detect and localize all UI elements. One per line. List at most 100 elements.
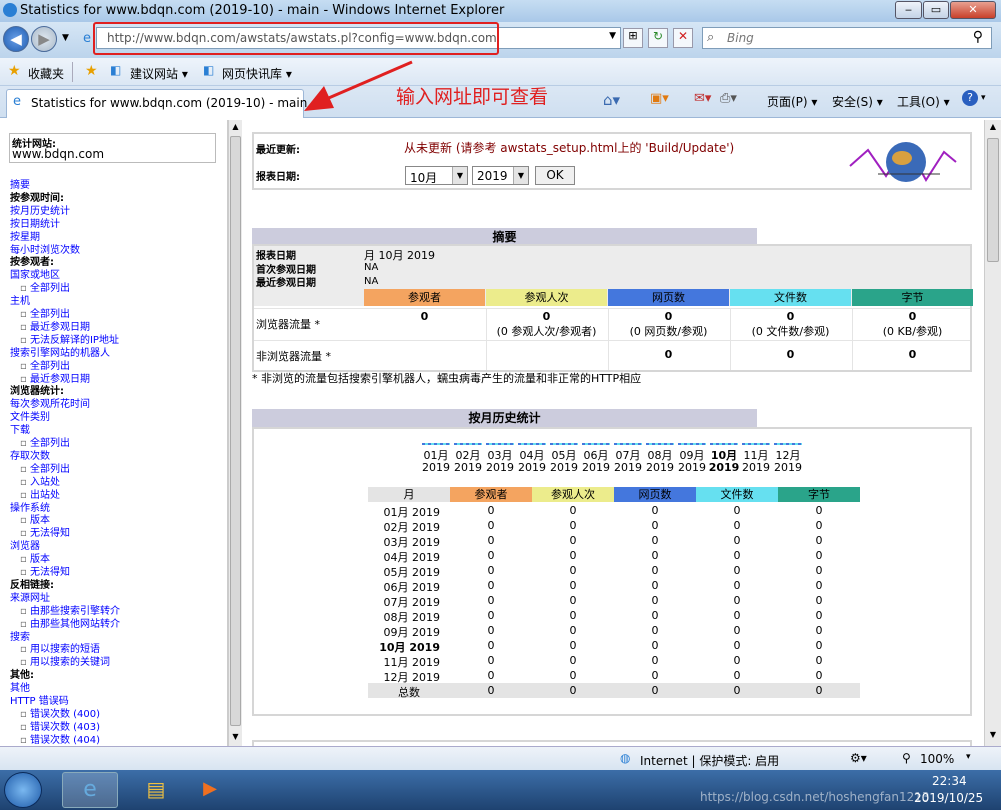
month-row-value: 0 (815, 534, 823, 547)
month-row-value: 0 (733, 684, 741, 697)
clock-date[interactable]: 2019/10/25 (914, 791, 983, 805)
watermark: https://blog.csdn.net/hoshengfan1213 (700, 790, 930, 804)
year-select[interactable]: 2019 ▼ (472, 166, 529, 185)
url-dropdown-icon[interactable]: ▼ (609, 31, 616, 41)
ok-button[interactable]: OK (535, 166, 575, 185)
month-row-value: 0 (815, 549, 823, 562)
help-icon[interactable]: ? (962, 90, 978, 106)
month-row-value: 0 (733, 564, 741, 577)
suggested-sites-link[interactable]: 建议网站 ▾ (130, 65, 188, 82)
mail-icon[interactable]: ✉▾ (694, 91, 711, 106)
taskbar-media-icon[interactable]: ▶ (190, 772, 230, 808)
forward-button[interactable]: ▶ (31, 26, 57, 52)
tools-menu[interactable]: 工具(O) ▾ (897, 93, 950, 110)
month-bar (422, 443, 450, 445)
print-icon[interactable]: ⎙▾ (720, 91, 737, 106)
monthly-box: 01月 2019 02月 2019 03月 2019 04月 2019 05月 2019 06月 20… (252, 427, 972, 716)
summary-row-value: 月 10月 2019 (364, 249, 435, 262)
month-row-value: 0 (815, 669, 823, 682)
summary-col-header: 文件数 (730, 289, 851, 306)
divider (608, 308, 609, 370)
month-row-label: 06月 2019 (383, 581, 441, 594)
month-row-value: 0 (651, 639, 659, 652)
taskbar-ie-button[interactable]: e (62, 772, 118, 808)
scroll-up-icon[interactable]: ▲ (230, 122, 241, 132)
browser-traffic-value: 0 (420, 310, 429, 323)
month-year-label: 2019 (454, 461, 482, 474)
left-scroll-thumb[interactable] (230, 136, 241, 726)
clock-time[interactable]: 22:34 (932, 774, 967, 788)
home-icon[interactable]: ⌂▾ (603, 91, 620, 109)
month-row-value: 0 (651, 549, 659, 562)
right-scrollbar[interactable]: ▲ ▼ (984, 120, 1001, 746)
taskbar-explorer-icon[interactable]: ▤ (128, 772, 184, 808)
month-row-value: 0 (651, 609, 659, 622)
month-row-value: 0 (487, 534, 495, 547)
month-select[interactable]: 10月 ▼ (405, 166, 468, 185)
month-row-value: 0 (487, 579, 495, 592)
history-dropdown-icon[interactable]: ▼ (62, 33, 69, 43)
divider (254, 340, 970, 341)
search-go-icon[interactable]: ⚲ (973, 29, 983, 45)
compat-view-icon[interactable]: ⊞ (623, 28, 643, 48)
month-row-value: 0 (569, 564, 577, 577)
right-scroll-thumb[interactable] (987, 138, 999, 262)
month-row-value: 0 (569, 534, 577, 547)
browser-traffic-value: 0 (664, 310, 673, 323)
window-titlebar: Statistics for www.bdqn.com (2019-10) - … (0, 0, 1001, 22)
tab-main[interactable]: e Statistics for www.bdqn.com (2019-10) … (6, 89, 307, 118)
month-row-label: 02月 2019 (383, 521, 441, 534)
back-button[interactable]: ◀ (3, 26, 29, 52)
month-row-value: 0 (487, 624, 495, 637)
feeds-icon[interactable]: ▣▾ (650, 91, 669, 106)
month-row-value: 0 (733, 609, 741, 622)
month-row-value: 0 (815, 639, 823, 652)
help-dropdown-icon[interactable]: ▾ (981, 93, 986, 103)
zoom-icon[interactable]: ⚲ (902, 751, 911, 765)
month-year-label: 2019 (422, 461, 450, 474)
month-row-value: 0 (651, 534, 659, 547)
zoom-dropdown-icon[interactable]: ▾ (966, 752, 971, 762)
safety-menu[interactable]: 安全(S) ▾ (832, 93, 883, 110)
month-row-value: 0 (487, 639, 495, 652)
search-placeholder: Bing (727, 31, 754, 45)
month-row-value: 0 (733, 594, 741, 607)
minimize-button[interactable]: ‒ (895, 1, 922, 19)
refresh-icon[interactable]: ↻ (648, 28, 668, 48)
month-row-label: 05月 2019 (383, 566, 441, 579)
month-row-value: 0 (815, 564, 823, 577)
month-row-value: 0 (569, 624, 577, 637)
page-menu[interactable]: 页面(P) ▾ (767, 93, 817, 110)
scroll-down-icon[interactable]: ▼ (987, 730, 999, 742)
scroll-up-icon[interactable]: ▲ (987, 122, 999, 134)
month-row-value: 0 (569, 594, 577, 607)
start-button[interactable] (4, 772, 42, 808)
webslice-gallery-link[interactable]: 网页快讯库 ▾ (222, 65, 292, 82)
nav-sub-link[interactable]: 由那些其他网站转介 (20, 615, 120, 630)
scroll-down-icon[interactable]: ▼ (230, 732, 241, 742)
month-bar (454, 443, 482, 445)
month-year-label: 2019 (486, 461, 514, 474)
month-value: 10月 (410, 171, 438, 185)
month-row-value: 0 (651, 654, 659, 667)
month-year-label: 2019 (678, 461, 706, 474)
protected-mode-icon[interactable]: ⚙▾ (850, 751, 867, 765)
search-input[interactable]: ⌕ Bing ⚲ (702, 27, 992, 49)
left-scrollbar[interactable]: ▲ ▼ (228, 120, 242, 746)
summary-col-header: 字节 (852, 289, 973, 306)
zoom-level[interactable]: 100% (920, 752, 954, 766)
month-row-label: 10月 2019 (379, 641, 440, 654)
month-row-label: 总数 (398, 686, 420, 699)
month-bar (678, 443, 706, 445)
maximize-button[interactable]: ▭ (923, 1, 949, 19)
favorites-button[interactable]: 收藏夹 (28, 65, 64, 82)
month-year-label: 2019 (774, 461, 802, 474)
stop-icon[interactable]: ✕ (673, 28, 693, 48)
summary-row-value: NA (364, 262, 379, 273)
nav-sub-link[interactable]: 错误次数 (404) (20, 731, 100, 746)
month-bar (518, 443, 546, 445)
add-favorite-icon[interactable]: ★ (85, 63, 98, 79)
browser-traffic-value: 0 (542, 310, 551, 323)
site-box: 统计网站: www.bdqn.com (9, 133, 216, 163)
close-button[interactable]: ✕ (950, 1, 996, 19)
